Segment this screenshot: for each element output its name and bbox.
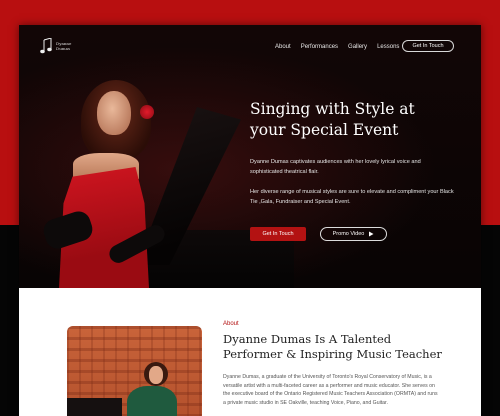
about-section: About Dyanne Dumas Is A Talented Perform… xyxy=(19,288,481,416)
header-get-in-touch-button[interactable]: Get In Touch xyxy=(402,40,454,52)
nav-item-lessons[interactable]: Lessons xyxy=(377,44,399,50)
nav-item-gallery[interactable]: Gallery xyxy=(348,44,367,50)
promo-video-button[interactable]: Promo Video xyxy=(320,227,387,241)
music-note-logo-icon xyxy=(40,38,52,54)
singer-face-image xyxy=(97,91,131,135)
promo-video-label: Promo Video xyxy=(332,231,365,237)
hero-paragraph-2: Her diverse range of musical styles are … xyxy=(250,189,454,205)
about-singer-dress-image xyxy=(127,386,177,416)
hair-flower-image xyxy=(140,105,154,119)
logo[interactable]: Dyanne Dumas xyxy=(40,38,71,54)
about-photo xyxy=(67,326,202,416)
nav-item-about[interactable]: About xyxy=(275,44,291,50)
hero-section: Dyanne Dumas About Performances Gallery … xyxy=(19,25,481,288)
hero-title: Singing with Style at your Special Event xyxy=(250,100,415,139)
logo-line-2: Dumas xyxy=(56,46,71,51)
hero-get-in-touch-button[interactable]: Get In Touch xyxy=(250,227,306,241)
about-title: Dyanne Dumas Is A Talented Performer & I… xyxy=(223,332,442,361)
about-singer-face-image xyxy=(149,366,163,384)
about-piano-image xyxy=(67,398,122,416)
nav-item-performances[interactable]: Performances xyxy=(301,44,338,50)
about-label: About xyxy=(223,321,239,327)
about-paragraph: Dyanne Dumas, a graduate of the Universi… xyxy=(223,374,438,406)
hero-paragraph-1: Dyanne Dumas captivates audiences with h… xyxy=(250,159,421,175)
play-icon xyxy=(369,231,374,237)
website-frame: Dyanne Dumas About Performances Gallery … xyxy=(19,25,481,416)
main-nav: About Performances Gallery Lessons xyxy=(275,44,399,50)
